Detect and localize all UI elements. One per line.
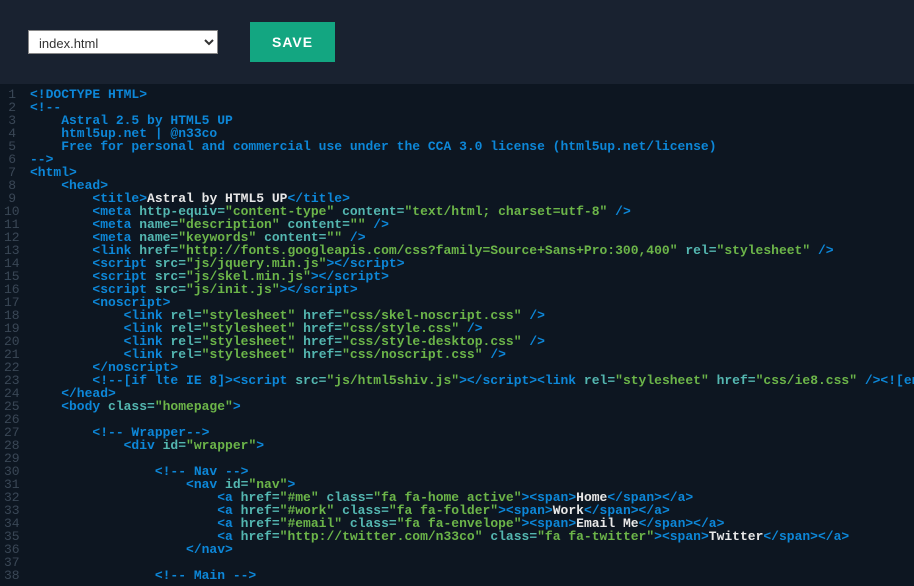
token-cyan: href=: [717, 373, 756, 388]
token-white: Twitter: [709, 529, 764, 544]
token-blue: </nav>: [30, 542, 233, 557]
token-green: "http://twitter.com/n33co": [280, 529, 483, 544]
token-green: "homepage": [155, 399, 233, 414]
code-area[interactable]: <!DOCTYPE HTML><!-- Astral 2.5 by HTML5 …: [24, 84, 914, 586]
save-button[interactable]: SAVE: [250, 22, 335, 62]
token-blue: </span></a>: [763, 529, 849, 544]
line-gutter: 1234567891011121314151617181920212223242…: [0, 84, 24, 586]
code-line: -->: [30, 153, 914, 166]
token-blue: >: [233, 399, 241, 414]
token-cyan: href=: [303, 347, 342, 362]
token-green: "js/init.js": [186, 282, 280, 297]
token-green: "text/html; charset=utf-8": [405, 204, 608, 219]
token-blue: />: [522, 334, 545, 349]
token-cyan: class=: [108, 399, 155, 414]
token-blue: <!-- Main -->: [30, 568, 256, 583]
token-cyan: class=: [490, 529, 537, 544]
token-blue: ><span>: [654, 529, 709, 544]
token-blue: ></script>: [280, 282, 358, 297]
token-green: "wrapper": [186, 438, 256, 453]
token-green: "js/html5shiv.js": [326, 373, 459, 388]
token-cyan: href=: [241, 529, 280, 544]
token-blue: >: [256, 438, 264, 453]
file-select[interactable]: index.html: [28, 30, 218, 54]
toolbar: index.html SAVE: [0, 0, 914, 84]
code-line: Free for personal and commercial use und…: [30, 140, 914, 153]
token-blue: />: [522, 308, 545, 323]
token-cyan: src=: [295, 373, 326, 388]
code-line: <body class="homepage">: [30, 400, 914, 413]
code-line: </nav>: [30, 543, 914, 556]
token-blue: Free for personal and commercial use und…: [30, 139, 717, 154]
line-number: 38: [4, 569, 16, 582]
token-blue: />: [607, 204, 630, 219]
token-green: "stylesheet": [717, 243, 811, 258]
token-blue: />: [810, 243, 833, 258]
token-green: "stylesheet": [615, 373, 709, 388]
token-blue: [709, 373, 717, 388]
code-editor[interactable]: 1234567891011121314151617181920212223242…: [0, 84, 914, 586]
token-blue: />: [483, 347, 506, 362]
token-blue: [295, 347, 303, 362]
token-green: "fa fa-twitter": [537, 529, 654, 544]
token-blue: /><![endif]-->: [857, 373, 914, 388]
token-cyan: id=: [163, 438, 186, 453]
token-blue: <div: [30, 438, 163, 453]
code-line: <!DOCTYPE HTML>: [30, 88, 914, 101]
token-cyan: rel=: [584, 373, 615, 388]
token-green: "css/noscript.css": [342, 347, 482, 362]
token-green: "stylesheet": [202, 347, 296, 362]
token-blue: <body: [30, 399, 108, 414]
code-line: <!--[if lte IE 8]><script src="js/html5s…: [30, 374, 914, 387]
code-line: <div id="wrapper">: [30, 439, 914, 452]
token-cyan: rel=: [685, 243, 716, 258]
token-blue: ></script><link: [459, 373, 584, 388]
code-line: <html>: [30, 166, 914, 179]
token-blue: />: [366, 217, 389, 232]
token-green: "css/ie8.css": [756, 373, 857, 388]
code-line: <!-- Main -->: [30, 569, 914, 582]
